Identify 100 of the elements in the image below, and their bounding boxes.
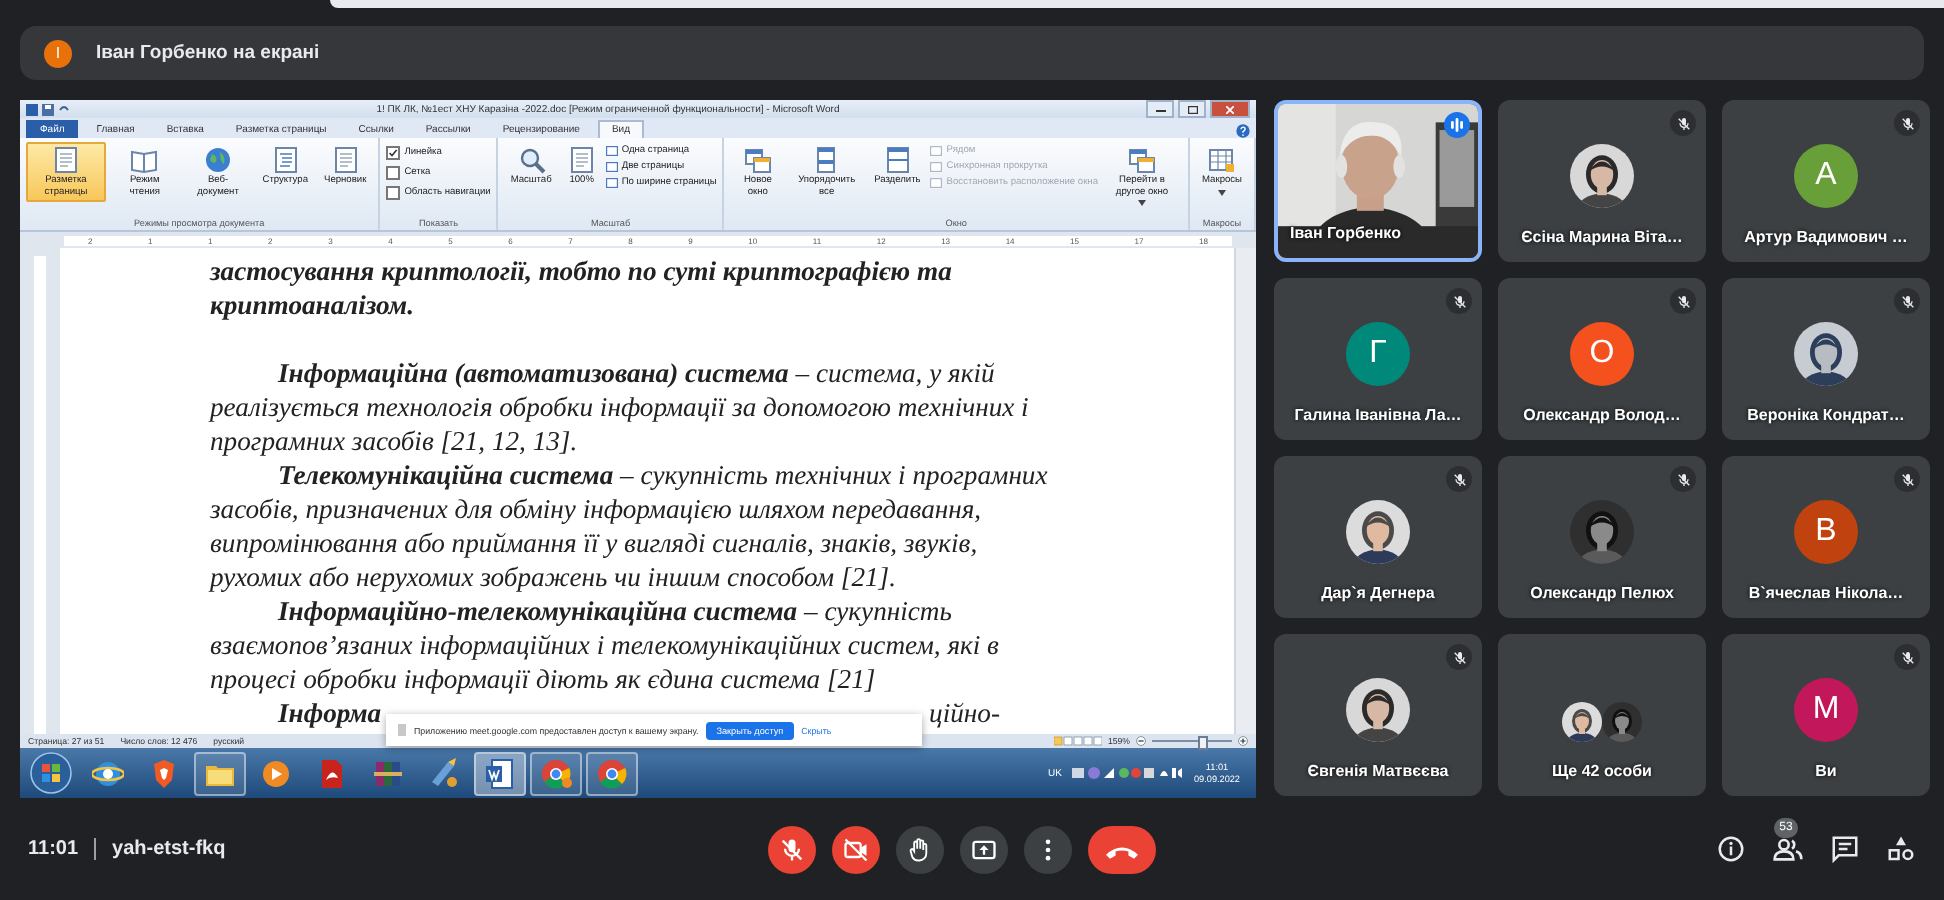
document-icon	[331, 146, 360, 174]
minimize-button[interactable]	[1146, 100, 1174, 118]
participant-name: Євгенія Матвєєва	[1307, 762, 1449, 780]
paragraph: Інформаційна (автоматизована) система – система, у якій реалізується технологія обробки інформації за допомогою технічних і програмних засобів [21, 12, 13].	[210, 356, 1031, 458]
participant-tile[interactable]: Дар`я Дегнера	[1274, 456, 1482, 618]
play-icon[interactable]	[260, 757, 292, 789]
zoom-in-icon[interactable]	[1238, 736, 1248, 746]
mic-off-icon	[1899, 471, 1915, 487]
participant-tile[interactable]: Єсіна Марина Віта…	[1498, 100, 1706, 262]
undo-icon[interactable]	[58, 103, 70, 115]
app-icon	[26, 103, 38, 115]
shield-icon[interactable]	[148, 757, 180, 789]
participant-tile[interactable]: Вероніка Кондрат…	[1722, 278, 1930, 440]
document-icon	[567, 146, 596, 174]
paragraph: застосування криптології, тобто по суті криптографією та криптоаналізом.	[210, 254, 954, 322]
participant-tile[interactable]: Іван Горбенко	[1274, 100, 1482, 262]
scrollbar[interactable]	[1234, 248, 1256, 734]
table-icon	[1208, 146, 1236, 174]
zoom-out-icon[interactable]	[1136, 736, 1146, 746]
slider-thumb[interactable]	[1197, 736, 1208, 750]
avatar: А	[1794, 144, 1858, 208]
books-icon[interactable]	[372, 757, 404, 789]
paragraph: Телекомунікаційна система – сукупність технічних і програмних засобів, призначених для обміну інформацією шляхом передавання, випромінювання або приймання її у вигляді сигналів, знаків, звуків, рухомих або нерухомих зображень чи іншим способом [21].	[210, 458, 1050, 594]
leave-call-button[interactable]	[1088, 825, 1156, 873]
save-icon[interactable]	[42, 103, 54, 115]
windows-icon	[1128, 146, 1156, 174]
info-icon[interactable]	[1716, 834, 1746, 864]
mic-off-icon	[1899, 115, 1915, 131]
avatar: І	[44, 39, 72, 67]
call-control-button[interactable]	[832, 825, 880, 873]
participant-name: Олександр Пелюх	[1530, 584, 1674, 602]
participant-tile[interactable]: А Артур Вадимович …	[1722, 100, 1930, 262]
mic-off-icon	[1899, 649, 1915, 665]
outline-icon	[271, 146, 300, 174]
call-control-button[interactable]	[960, 825, 1008, 873]
meeting-code: yah-etst-fkq	[112, 838, 226, 860]
participant-tile[interactable]: Олександр Пелюх	[1498, 456, 1706, 618]
participant-tile[interactable]: О Олександр Волод…	[1498, 278, 1706, 440]
document-icon[interactable]	[484, 757, 516, 789]
book-icon	[130, 146, 159, 174]
meeting-time: 11:01	[28, 838, 79, 860]
participant-tile[interactable]: Г Галина Іванівна Ла…	[1274, 278, 1482, 440]
avatar: Г	[1346, 322, 1410, 386]
mic-off-icon	[1675, 115, 1691, 131]
participant-tile[interactable]: М Ви	[1722, 634, 1930, 796]
brush-icon[interactable]	[428, 757, 460, 789]
participant-name: В`ячеслав Нікола…	[1748, 584, 1904, 602]
participant-tile[interactable]: Ще 42 особи	[1498, 634, 1706, 796]
call-control-button[interactable]	[768, 825, 816, 873]
participant-name: Іван Горбенко	[1290, 224, 1401, 242]
circle-logo-icon[interactable]	[540, 757, 572, 789]
globe-icon	[204, 146, 233, 174]
speaking-icon	[1444, 112, 1470, 138]
present-icon	[970, 835, 998, 863]
call-control-button[interactable]	[1024, 825, 1072, 873]
document-icon	[52, 146, 80, 174]
shapes-icon[interactable]	[1886, 834, 1916, 864]
split-icon	[883, 146, 912, 174]
mic-off-icon	[1675, 293, 1691, 309]
participant-name: Ви	[1815, 762, 1837, 780]
chat-icon[interactable]	[1830, 834, 1860, 864]
participant-name: Олександр Волод…	[1523, 406, 1681, 424]
circle-logo-icon[interactable]	[596, 757, 628, 789]
participant-name: Артур Вадимович …	[1744, 228, 1908, 246]
windows-icon	[743, 146, 772, 174]
avatar: В	[1794, 500, 1858, 564]
participant-tile[interactable]: В В`ячеслав Нікола…	[1722, 456, 1930, 618]
maximize-button[interactable]	[1178, 100, 1206, 118]
banner-text: Іван Горбенко на екрані	[96, 42, 320, 64]
grip-icon[interactable]	[398, 724, 406, 736]
view-switcher-drawing[interactable]	[1054, 736, 1102, 746]
start-orb-icon[interactable]	[30, 752, 72, 794]
mic-off-icon	[1451, 293, 1467, 309]
windows-icon	[812, 146, 841, 174]
close-icon	[1226, 105, 1234, 113]
people-icon[interactable]	[1772, 833, 1804, 865]
avatar: М	[1794, 678, 1858, 742]
participant-name: Галина Іванівна Ла…	[1294, 406, 1462, 424]
mic-off-icon	[1451, 471, 1467, 487]
camera-off-icon	[842, 835, 870, 863]
participant-name: Вероніка Кондрат…	[1747, 406, 1905, 424]
participant-name: Дар`я Дегнера	[1321, 584, 1435, 602]
participant-tile[interactable]: Євгенія Матвєєва	[1274, 634, 1482, 796]
magnifier-icon	[517, 146, 546, 174]
call-control-button[interactable]	[896, 825, 944, 873]
mic-off-icon	[778, 835, 806, 863]
mic-off-icon	[1675, 471, 1691, 487]
help-icon[interactable]	[1236, 124, 1250, 138]
document-icon[interactable]	[316, 757, 348, 789]
checkmark-icon	[388, 148, 399, 158]
tray-icons-drawing[interactable]	[1072, 766, 1184, 780]
close-button[interactable]	[1210, 100, 1250, 118]
globe-icon[interactable]	[92, 757, 124, 789]
paragraph-fragment: ційно-	[929, 696, 1000, 730]
participant-name: Єсіна Марина Віта…	[1521, 228, 1683, 246]
mic-off-icon	[1451, 649, 1467, 665]
minimize-icon	[1155, 106, 1165, 112]
paragraph-start: Інформа	[278, 696, 382, 730]
mic-off-icon	[1899, 293, 1915, 309]
participant-name: Ще 42 особи	[1552, 762, 1652, 780]
